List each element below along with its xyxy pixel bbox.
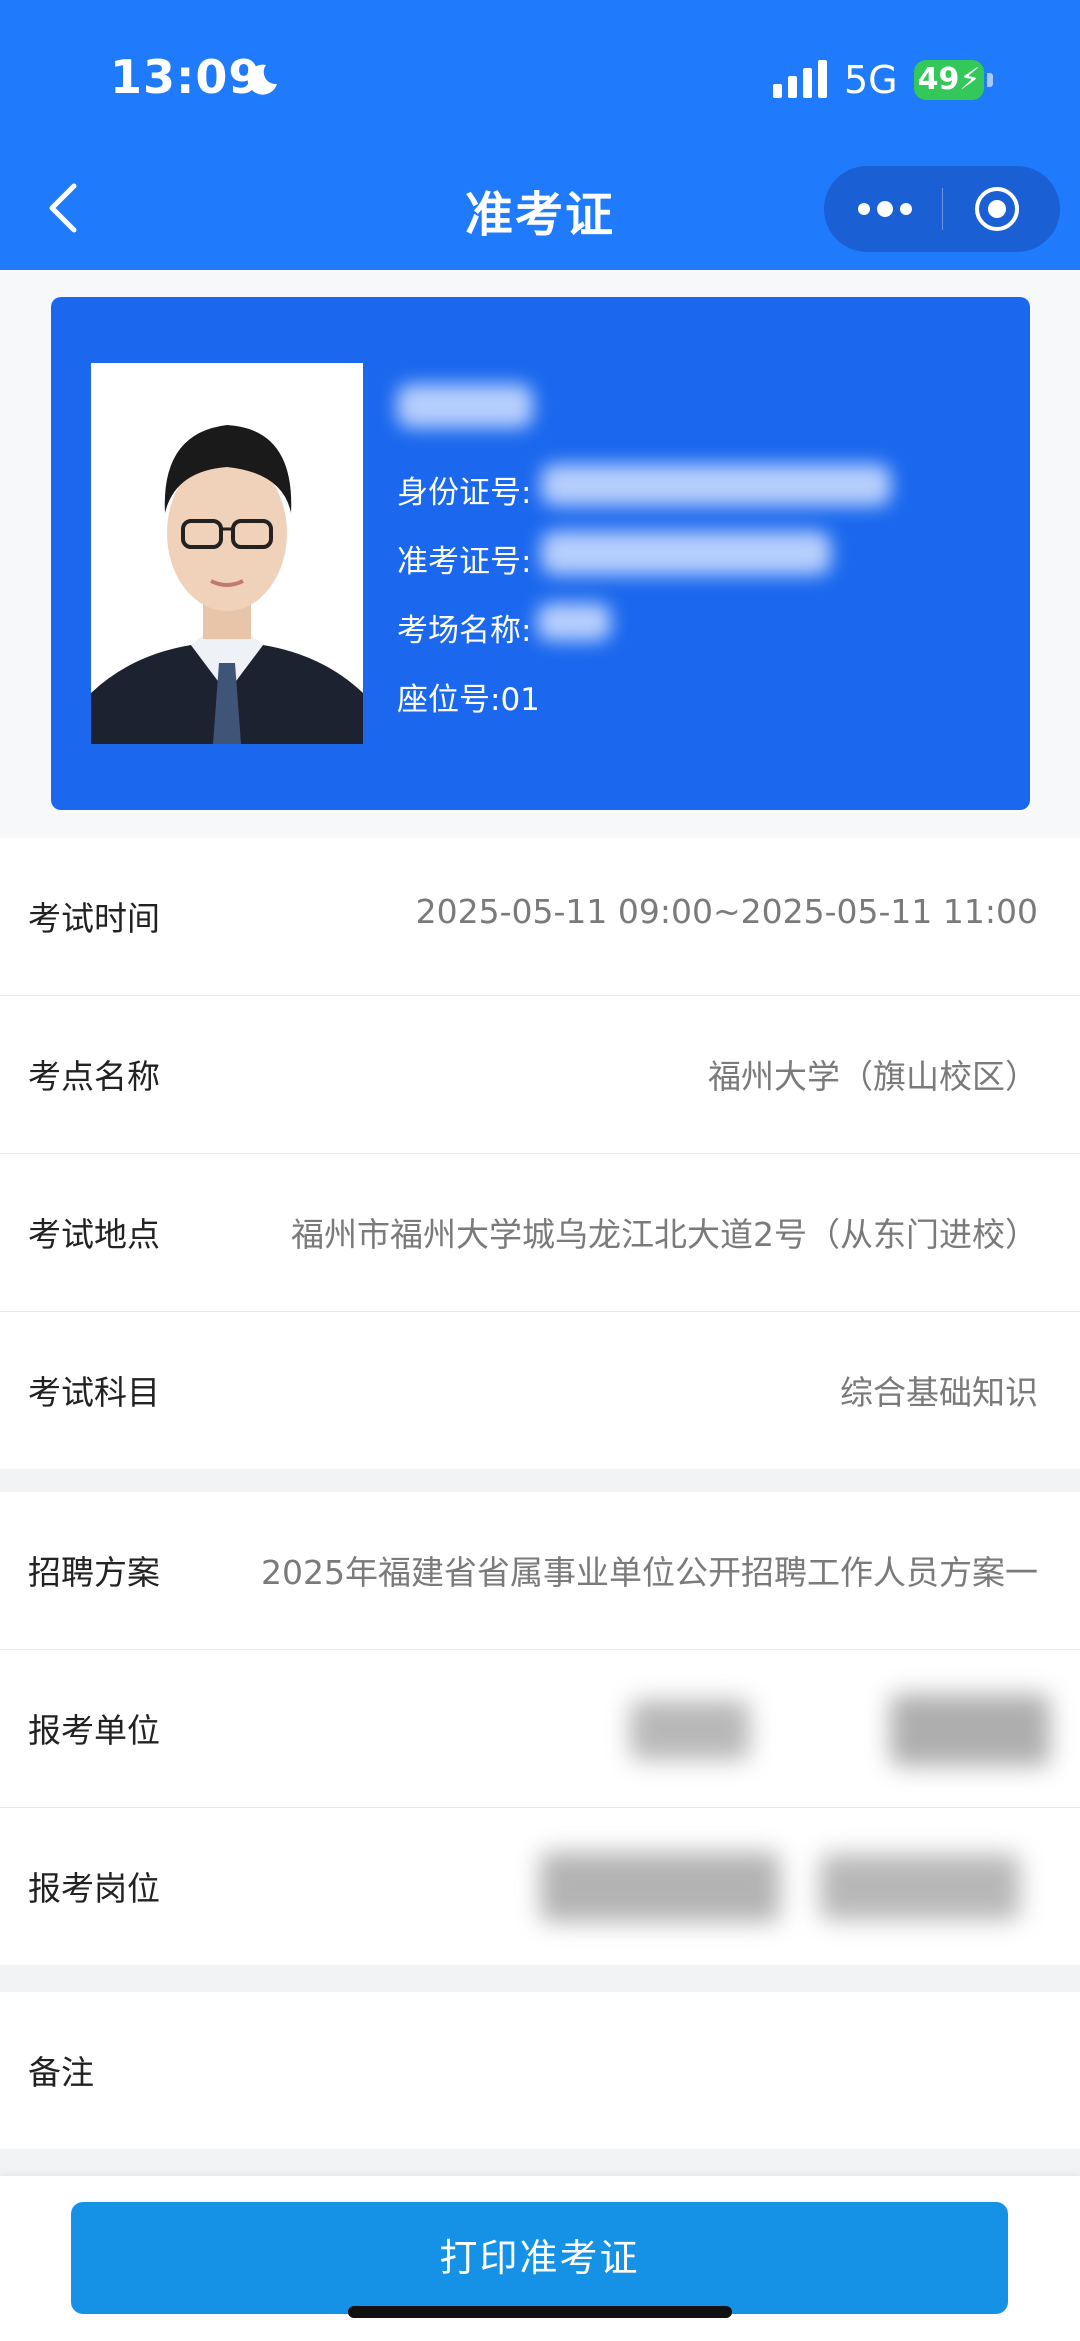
- more-icon[interactable]: [856, 196, 914, 222]
- exam-room-redacted: [537, 603, 611, 641]
- battery-level: 49: [917, 62, 960, 97]
- info-row: 考试地点 福州市福州大学城乌龙江北大道2号（从东门进校）: [0, 1154, 1080, 1312]
- info-row: 招聘方案 2025年福建省省属事业单位公开招聘工作人员方案一: [0, 1492, 1080, 1650]
- status-time: 13:09: [110, 50, 262, 104]
- position-redacted: [820, 1854, 1020, 1920]
- remark-label: 备注: [28, 2053, 94, 2092]
- print-ticket-button[interactable]: 打印准考证: [71, 2202, 1008, 2314]
- battery-indicator: 49⚡: [914, 60, 984, 100]
- application-info-section: 招聘方案 2025年福建省省属事业单位公开招聘工作人员方案一 报考单位 报考岗位: [0, 1492, 1080, 1965]
- page-title: 准考证: [464, 187, 615, 243]
- signal-icon: [773, 60, 827, 98]
- row-label: 考试地点: [28, 1215, 160, 1254]
- info-row: 考试科目 综合基础知识: [0, 1312, 1080, 1469]
- moon-icon: [247, 64, 277, 95]
- row-value: 福州大学（旗山校区）: [708, 1057, 1038, 1096]
- unit-redacted: [630, 1700, 750, 1760]
- battery-tip: [987, 73, 993, 87]
- row-value: 福州市福州大学城乌龙江北大道2号（从东门进校）: [291, 1215, 1038, 1254]
- id-number-label: 身份证号:: [397, 475, 532, 511]
- ticket-number-label: 准考证号:: [397, 544, 532, 580]
- home-indicator: [348, 2306, 732, 2318]
- portrait-image: [91, 363, 363, 744]
- exam-room-label: 考场名称:: [397, 613, 532, 649]
- info-row: 考点名称 福州大学（旗山校区）: [0, 996, 1080, 1154]
- info-row: 报考单位: [0, 1650, 1080, 1808]
- row-label: 报考单位: [28, 1711, 160, 1750]
- name-redacted: [397, 384, 533, 428]
- id-number-redacted: [541, 464, 891, 506]
- row-value: 2025年福建省省属事业单位公开招聘工作人员方案一: [261, 1553, 1038, 1592]
- candidate-photo: [91, 363, 363, 744]
- seat-number: 座位号:01: [397, 682, 540, 718]
- capsule-divider: [942, 188, 943, 230]
- info-row: 报考岗位: [0, 1808, 1080, 1965]
- card-area: 身份证号: 准考证号: 考场名称: 座位号:01: [0, 270, 1080, 838]
- info-row: 考试时间 2025-05-11 09:00~2025-05-11 11:00: [0, 838, 1080, 996]
- row-value: 2025-05-11 09:00~2025-05-11 11:00: [415, 892, 1038, 931]
- row-label: 考试时间: [28, 899, 160, 938]
- network-type: 5G: [844, 58, 898, 102]
- target-icon[interactable]: [974, 186, 1020, 232]
- row-label: 考试科目: [28, 1373, 160, 1412]
- position-redacted: [540, 1852, 780, 1922]
- row-label: 报考岗位: [28, 1869, 160, 1908]
- row-label: 招聘方案: [28, 1553, 160, 1592]
- row-label: 考点名称: [28, 1057, 160, 1096]
- row-value: 综合基础知识: [840, 1373, 1038, 1412]
- exam-info-section: 考试时间 2025-05-11 09:00~2025-05-11 11:00 考…: [0, 838, 1080, 1469]
- unit-redacted: [890, 1694, 1050, 1766]
- ticket-number-redacted: [541, 531, 831, 575]
- back-icon[interactable]: [40, 178, 90, 238]
- info-row: 备注: [0, 1992, 1080, 2149]
- mini-program-capsule: [824, 166, 1060, 252]
- remark-section: 备注: [0, 1992, 1080, 2149]
- admission-card: 身份证号: 准考证号: 考场名称: 座位号:01: [51, 297, 1030, 810]
- header: 13:09 5G 49⚡ 准考证: [0, 0, 1080, 270]
